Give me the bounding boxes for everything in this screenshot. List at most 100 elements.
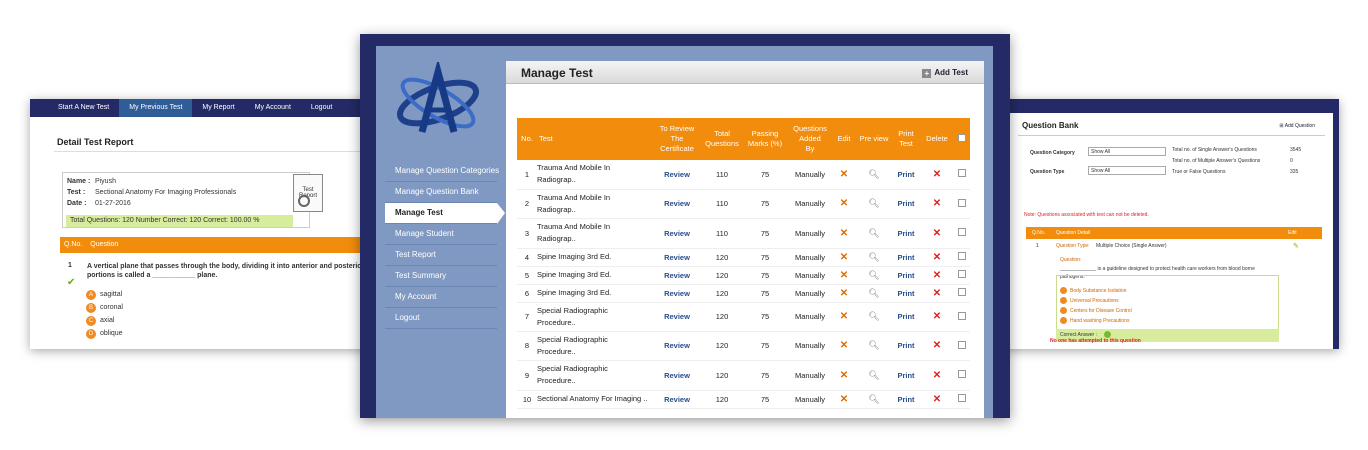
nav-my-previous-test[interactable]: My Previous Test: [119, 99, 193, 117]
nav-my-account[interactable]: My Account: [245, 99, 301, 117]
type-value: Show All: [1091, 168, 1111, 174]
preview-icon[interactable]: 🔍︎: [856, 248, 892, 267]
nav-my-report[interactable]: My Report: [192, 99, 244, 117]
stat-multiple-value: 0: [1290, 158, 1293, 164]
sidebar-item-manage-question-bank[interactable]: Manage Question Bank: [385, 182, 497, 203]
row-checkbox[interactable]: [958, 252, 966, 260]
row-checkbox[interactable]: [958, 288, 966, 296]
add-question-button[interactable]: ⊞ Add Question: [1279, 123, 1315, 129]
edit-icon[interactable]: ✕: [832, 160, 856, 190]
preview-icon[interactable]: 🔍︎: [856, 160, 892, 190]
correct-check-icon: ✔: [67, 277, 76, 288]
row-checkbox[interactable]: [958, 311, 966, 320]
print-link[interactable]: Print: [892, 160, 920, 190]
delete-icon[interactable]: ✕: [920, 284, 954, 303]
sidebar-item-my-account[interactable]: My Account: [385, 287, 497, 308]
admin-body: Manage Question Categories Manage Questi…: [376, 46, 993, 418]
review-link[interactable]: Review: [652, 160, 702, 190]
edit-icon[interactable]: ✕: [832, 360, 856, 391]
edit-icon[interactable]: ✕: [832, 189, 856, 219]
print-link[interactable]: Print: [892, 284, 920, 303]
edit-icon[interactable]: ✕: [832, 331, 856, 361]
nav-logout[interactable]: Logout: [301, 99, 342, 117]
edit-icon[interactable]: ✕: [832, 218, 856, 249]
print-link[interactable]: Print: [892, 248, 920, 267]
col-review-l2: The: [670, 134, 684, 143]
print-link[interactable]: Print: [892, 218, 920, 249]
select-all-checkbox[interactable]: [958, 133, 966, 142]
test-name-line2: Radiograp..: [537, 204, 576, 214]
test-label: Test :: [67, 189, 86, 196]
review-link[interactable]: Review: [652, 360, 702, 391]
sidebar-item-test-summary[interactable]: Test Summary: [385, 266, 497, 287]
delete-icon[interactable]: ✕: [920, 266, 954, 285]
delete-icon[interactable]: ✕: [920, 189, 954, 219]
print-link[interactable]: Print: [892, 331, 920, 361]
review-link[interactable]: Review: [652, 390, 702, 409]
passing-marks: 75: [742, 284, 788, 303]
delete-icon[interactable]: ✕: [920, 360, 954, 391]
delete-icon[interactable]: ✕: [920, 160, 954, 190]
option-c: Centers for Disease Control: [1060, 307, 1132, 314]
nav-start-new-test[interactable]: Start A New Test: [48, 99, 119, 117]
col-preview: Pre view: [859, 134, 889, 143]
sidebar-item-manage-student[interactable]: Manage Student: [385, 224, 497, 245]
preview-icon[interactable]: 🔍︎: [856, 390, 892, 409]
preview-icon[interactable]: 🔍︎: [856, 218, 892, 249]
option-text: Centers for Disease Control: [1070, 307, 1132, 314]
print-link[interactable]: Print: [892, 189, 920, 219]
row-checkbox[interactable]: [958, 394, 966, 402]
preview-icon[interactable]: 🔍︎: [856, 302, 892, 332]
review-link[interactable]: Review: [652, 284, 702, 303]
delete-icon[interactable]: ✕: [920, 302, 954, 332]
review-link[interactable]: Review: [652, 331, 702, 361]
category-select[interactable]: Show All: [1088, 147, 1166, 156]
row-checkbox[interactable]: [958, 370, 966, 378]
row-checkbox[interactable]: [958, 228, 966, 236]
review-link[interactable]: Review: [652, 302, 702, 332]
preview-icon[interactable]: 🔍︎: [856, 266, 892, 285]
edit-icon[interactable]: ✕: [832, 390, 856, 409]
no-attempt-text: No one has attempted to this question: [1050, 338, 1141, 344]
edit-icon[interactable]: ✕: [832, 284, 856, 303]
row-checkbox[interactable]: [958, 169, 966, 178]
option-text: coronal: [100, 304, 123, 311]
row-select: [954, 390, 970, 409]
delete-icon[interactable]: ✕: [920, 248, 954, 267]
top-nav: Start A New Test My Previous Test My Rep…: [30, 99, 370, 117]
added-by: Manually: [788, 160, 832, 190]
print-link[interactable]: Print: [892, 266, 920, 285]
review-link[interactable]: Review: [652, 266, 702, 285]
sidebar-item-test-report[interactable]: Test Report: [385, 245, 497, 266]
edit-icon[interactable]: ✕: [832, 302, 856, 332]
sidebar-item-logout[interactable]: Logout: [385, 308, 497, 329]
delete-icon[interactable]: ✕: [920, 331, 954, 361]
type-select[interactable]: Show All: [1088, 166, 1166, 175]
option-text: Universal Precautions: [1070, 297, 1119, 304]
option-a: Body Substance Isolation: [1060, 287, 1126, 294]
preview-icon[interactable]: 🔍︎: [856, 189, 892, 219]
preview-icon[interactable]: 🔍︎: [856, 331, 892, 361]
col-delete: Delete: [926, 134, 948, 143]
print-link[interactable]: Print: [892, 360, 920, 391]
edit-pencil-icon[interactable]: ✎: [1293, 242, 1299, 250]
edit-icon[interactable]: ✕: [832, 248, 856, 267]
add-test-button[interactable]: + Add Test: [922, 68, 968, 78]
print-link[interactable]: Print: [892, 302, 920, 332]
preview-icon[interactable]: 🔍︎: [856, 360, 892, 391]
review-link[interactable]: Review: [652, 218, 702, 249]
row-checkbox[interactable]: [958, 270, 966, 278]
test-report-icon[interactable]: Test Report: [293, 174, 323, 212]
delete-icon[interactable]: ✕: [920, 218, 954, 249]
review-link[interactable]: Review: [652, 248, 702, 267]
delete-icon[interactable]: ✕: [920, 390, 954, 409]
sidebar-item-manage-test[interactable]: Manage Test: [385, 203, 505, 224]
edit-icon[interactable]: ✕: [832, 266, 856, 285]
row-checkbox[interactable]: [958, 340, 966, 349]
print-link[interactable]: Print: [892, 390, 920, 409]
table-row: 2 Trauma And Mobile In Radiograp.. Review 11…: [517, 189, 970, 219]
row-checkbox[interactable]: [958, 198, 966, 207]
preview-icon[interactable]: 🔍︎: [856, 284, 892, 303]
sidebar-item-manage-question-categories[interactable]: Manage Question Categories: [385, 161, 499, 182]
review-link[interactable]: Review: [652, 189, 702, 219]
